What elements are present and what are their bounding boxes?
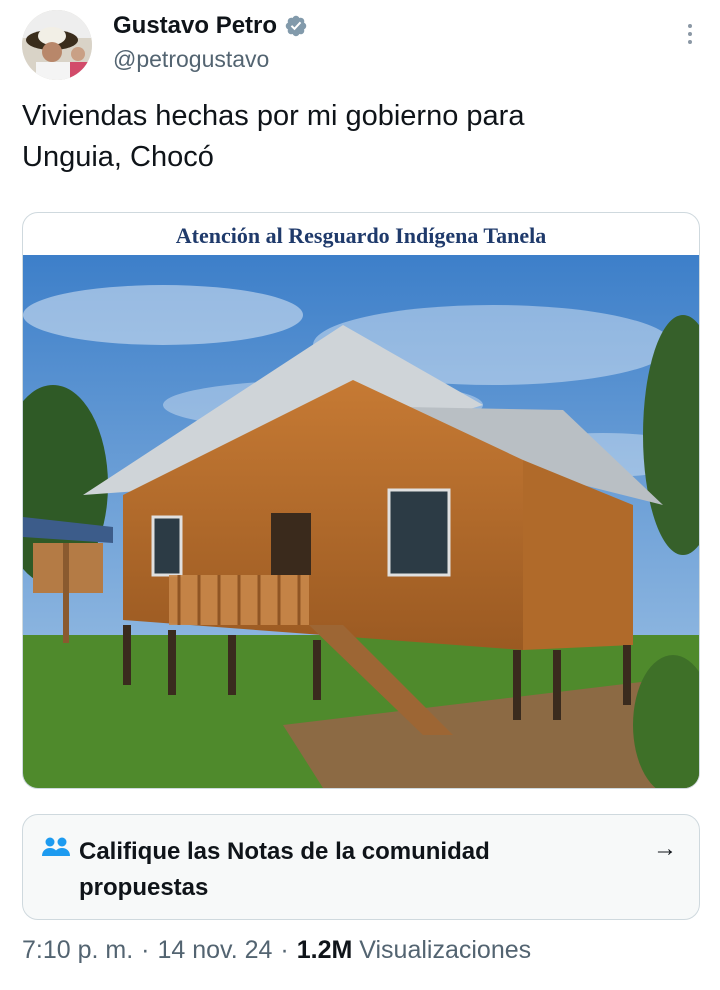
meta-separator: · [280, 936, 289, 964]
house-photo [23, 255, 699, 788]
tweet-header: Gustavo Petro @petrogustavo [22, 10, 702, 82]
avatar[interactable] [22, 10, 92, 80]
people-icon [42, 837, 70, 856]
views-count: 1.2M [296, 936, 353, 964]
more-options-icon[interactable] [686, 24, 694, 48]
author-handle[interactable]: @petrogustavo [113, 46, 269, 73]
tweet-meta: 7:10 p. m. · 14 nov. 24 · 1.2M Visualiza… [22, 936, 531, 965]
tweet-time[interactable]: 7:10 p. m. [22, 936, 133, 965]
views-label: Visualizaciones [359, 936, 532, 964]
tweet-date[interactable]: 14 nov. 24 [158, 936, 273, 965]
tweet-text: Viviendas hechas por mi gobierno para Un… [22, 100, 525, 173]
arrow-right-icon[interactable]: → [653, 835, 677, 863]
community-notes-label: Califique las Notas de la comunidad prop… [79, 838, 490, 901]
author-name[interactable]: Gustavo Petro [113, 12, 277, 40]
tweet-media[interactable]: Atención al Resguardo Indígena Tanela [22, 212, 700, 789]
avatar-image [22, 10, 92, 80]
meta-separator: · [141, 936, 150, 964]
media-caption: Atención al Resguardo Indígena Tanela [175, 223, 547, 248]
verified-badge-icon [285, 15, 307, 37]
community-notes-card[interactable]: Califique las Notas de la comunidad prop… [22, 814, 700, 920]
